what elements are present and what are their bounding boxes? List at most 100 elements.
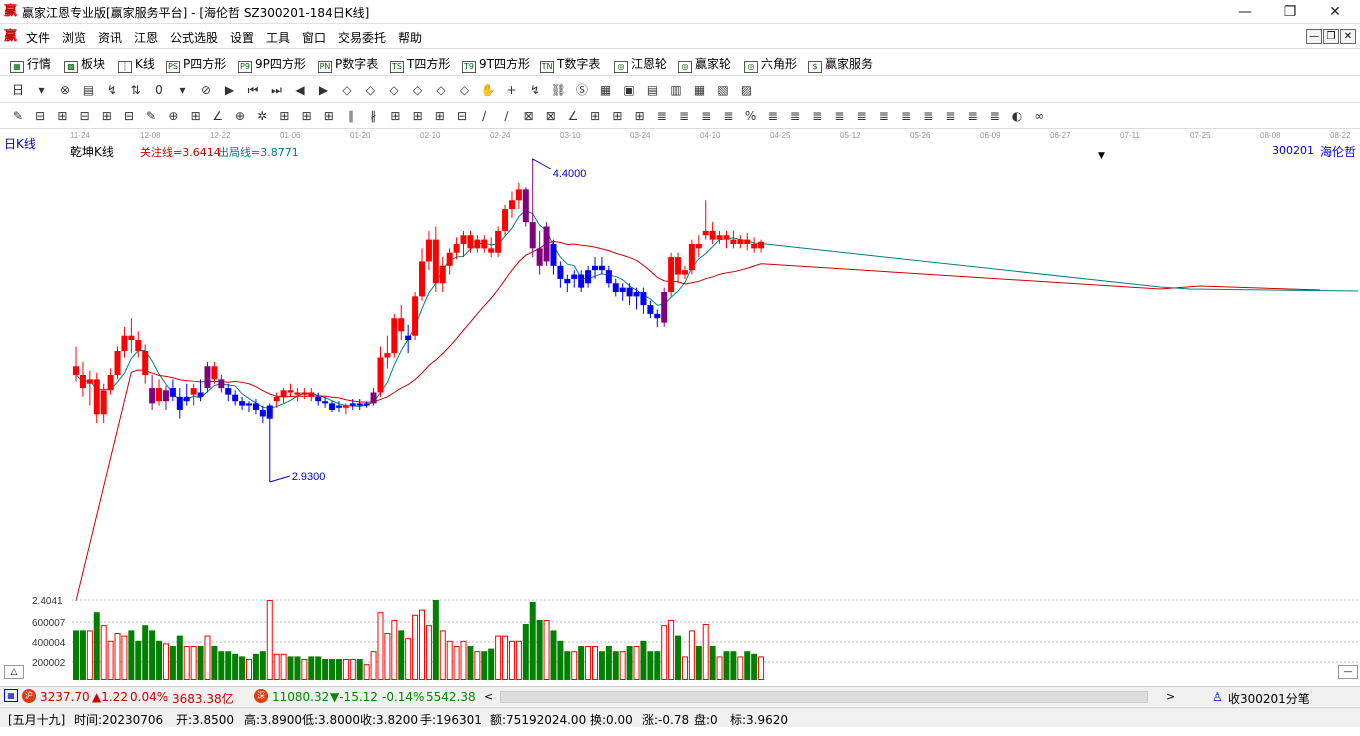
menu-tools[interactable]: 工具 [266,29,290,46]
toolbar-tool-icon[interactable]: ◇ [457,82,473,98]
toolbar-tool-icon[interactable]: ▨ [739,82,755,98]
nav-kline[interactable]: ┆ K线 [118,55,155,73]
toolbar-tool-icon[interactable]: ⊕ [165,108,181,124]
menu-browse[interactable]: 浏览 [62,29,86,46]
toolbar-tool-icon[interactable]: ◇ [410,82,426,98]
toolbar-tool-icon[interactable]: ◇ [386,82,402,98]
nav-quotes[interactable]: ▦ 行情 [10,55,51,73]
toolbar-tool-icon[interactable]: ⊞ [276,108,292,124]
toolbar-tool-icon[interactable]: ∥ [343,108,359,124]
toolbar-tool-icon[interactable]: ≣ [809,108,825,124]
toolbar-tool-icon[interactable]: ⊞ [54,108,70,124]
close-button[interactable]: ✕ [1320,2,1350,22]
toolbar-tool-icon[interactable]: ◇ [339,82,355,98]
menu-gann[interactable]: 江恩 [134,29,158,46]
toolbar-tool-icon[interactable]: ◐ [1009,108,1025,124]
menu-settings[interactable]: 设置 [230,29,254,46]
toolbar-tool-icon[interactable]: ∞ [1031,108,1047,124]
dropdown-arrow-icon[interactable]: ▼ [1098,151,1105,161]
toolbar-tool-icon[interactable]: ▾ [175,82,191,98]
toolbar-tool-icon[interactable]: ≣ [920,108,936,124]
nav-winner-wheel[interactable]: ◎ 赢家轮 [678,55,731,73]
nav-t-table[interactable]: TN T数字表 [540,55,600,73]
toolbar-tool-icon[interactable]: ≣ [942,108,958,124]
toolbar-tool-icon[interactable]: ↯ [104,82,120,98]
menu-help[interactable]: 帮助 [398,29,422,46]
toolbar-tool-icon[interactable]: ⛓ [551,82,567,98]
toolbar-tool-icon[interactable]: ◀ [292,82,308,98]
toolbar-tool-icon[interactable]: ⊞ [321,108,337,124]
toolbar-tool-icon[interactable]: ◇ [433,82,449,98]
toolbar-tool-icon[interactable]: ≣ [765,108,781,124]
toolbar-tool-icon[interactable]: ⊟ [454,108,470,124]
toolbar-tool-icon[interactable]: ⊞ [387,108,403,124]
toolbar-tool-icon[interactable]: ✲ [254,108,270,124]
status-right-text[interactable]: 收300201分笔 [1228,690,1310,707]
toolbar-tool-icon[interactable]: ◇ [363,82,379,98]
toolbar-tool-icon[interactable]: ▾ [34,82,50,98]
toolbar-tool-icon[interactable]: % [743,108,759,124]
toolbar-tool-icon[interactable]: ≣ [787,108,803,124]
chart-svg[interactable]: 11-24 12-08 12-22 01-06 01-20 02-10 02-24 03-10… [0,129,1360,685]
toolbar-tool-icon[interactable]: ≣ [831,108,847,124]
nav-sector[interactable]: ▩ 板块 [64,55,105,73]
toolbar-tool-icon[interactable]: ▦ [598,82,614,98]
toolbar-tool-icon[interactable]: ∦ [365,108,381,124]
toolbar-tool-icon[interactable]: ▣ [621,82,637,98]
toolbar-tool-icon[interactable]: ⊗ [57,82,73,98]
toolbar-tool-icon[interactable]: ≣ [965,108,981,124]
scroll-right-icon[interactable]: > [1166,690,1175,703]
toolbar-tool-icon[interactable]: ⊞ [410,108,426,124]
horizontal-scrollbar[interactable] [500,691,1148,703]
toolbar-tool-icon[interactable]: Ⓢ [574,82,590,98]
toolbar-tool-icon[interactable]: ≣ [698,108,714,124]
toolbar-tool-icon[interactable]: ⏮ [245,82,261,98]
scroll-left-icon[interactable]: < [484,690,493,703]
kline-chart[interactable]: 11-24 12-08 12-22 01-06 01-20 02-10 02-24 03-10… [0,129,1360,685]
toolbar-tool-icon[interactable]: 日 [10,82,26,98]
toolbar-tool-icon[interactable]: ⏭ [269,82,285,98]
nav-p-square[interactable]: PS P四方形 [166,55,226,73]
menu-window[interactable]: 窗口 [302,29,326,46]
menu-trade[interactable]: 交易委托 [338,29,386,46]
toolbar-tool-icon[interactable]: ↯ [527,82,543,98]
toolbar-tool-icon[interactable]: ✎ [143,108,159,124]
nav-gann-wheel[interactable]: ◎ 江恩轮 [614,55,667,73]
toolbar-tool-icon[interactable]: ∠ [565,108,581,124]
toolbar-tool-icon[interactable]: ⊟ [77,108,93,124]
toolbar-tool-icon[interactable]: ▥ [668,82,684,98]
restore-button[interactable]: ❐ [1275,2,1305,22]
toolbar-tool-icon[interactable]: 0 [151,82,167,98]
toolbar-tool-icon[interactable]: ≣ [720,108,736,124]
toolbar-tool-icon[interactable]: ⊕ [232,108,248,124]
nav-9p-square[interactable]: P9 9P四方形 [238,55,306,73]
toolbar-tool-icon[interactable]: ▤ [645,82,661,98]
toolbar-tool-icon[interactable]: ⇅ [128,82,144,98]
toolbar-tool-icon[interactable]: ⊠ [521,108,537,124]
nav-hexagon[interactable]: ◎ 六角形 [744,55,797,73]
toolbar-tool-icon[interactable]: ⊞ [99,108,115,124]
mdi-minimize-button[interactable]: — [1306,29,1322,44]
nav-9t-square[interactable]: T9 9T四方形 [462,55,530,73]
toolbar-tool-icon[interactable]: ⊞ [432,108,448,124]
mdi-restore-button[interactable]: ❐ [1323,29,1339,44]
mdi-close-button[interactable]: ✕ [1340,29,1356,44]
toolbar-tool-icon[interactable]: ⊟ [121,108,137,124]
toolbar-tool-icon[interactable]: ▤ [81,82,97,98]
menu-file[interactable]: 文件 [26,29,50,46]
nav-p-table[interactable]: PN P数字表 [318,55,378,73]
toolbar-tool-icon[interactable]: ⊠ [543,108,559,124]
toolbar-tool-icon[interactable]: ≣ [876,108,892,124]
menu-formula[interactable]: 公式选股 [170,29,218,46]
toolbar-tool-icon[interactable]: ≣ [676,108,692,124]
toolbar-tool-icon[interactable]: ⊘ [198,82,214,98]
toolbar-tool-icon[interactable]: ≣ [854,108,870,124]
toolbar-tool-icon[interactable]: ⊞ [188,108,204,124]
toolbar-tool-icon[interactable]: ▧ [715,82,731,98]
collapse-minus-icon[interactable]: — [1338,665,1358,679]
toolbar-tool-icon[interactable]: ⊞ [632,108,648,124]
toolbar-tool-icon[interactable]: ∕ [476,108,492,124]
toolbar-tool-icon[interactable]: ⊞ [587,108,603,124]
toolbar-tool-icon[interactable]: ≣ [898,108,914,124]
toolbar-tool-icon[interactable]: + [504,82,520,98]
